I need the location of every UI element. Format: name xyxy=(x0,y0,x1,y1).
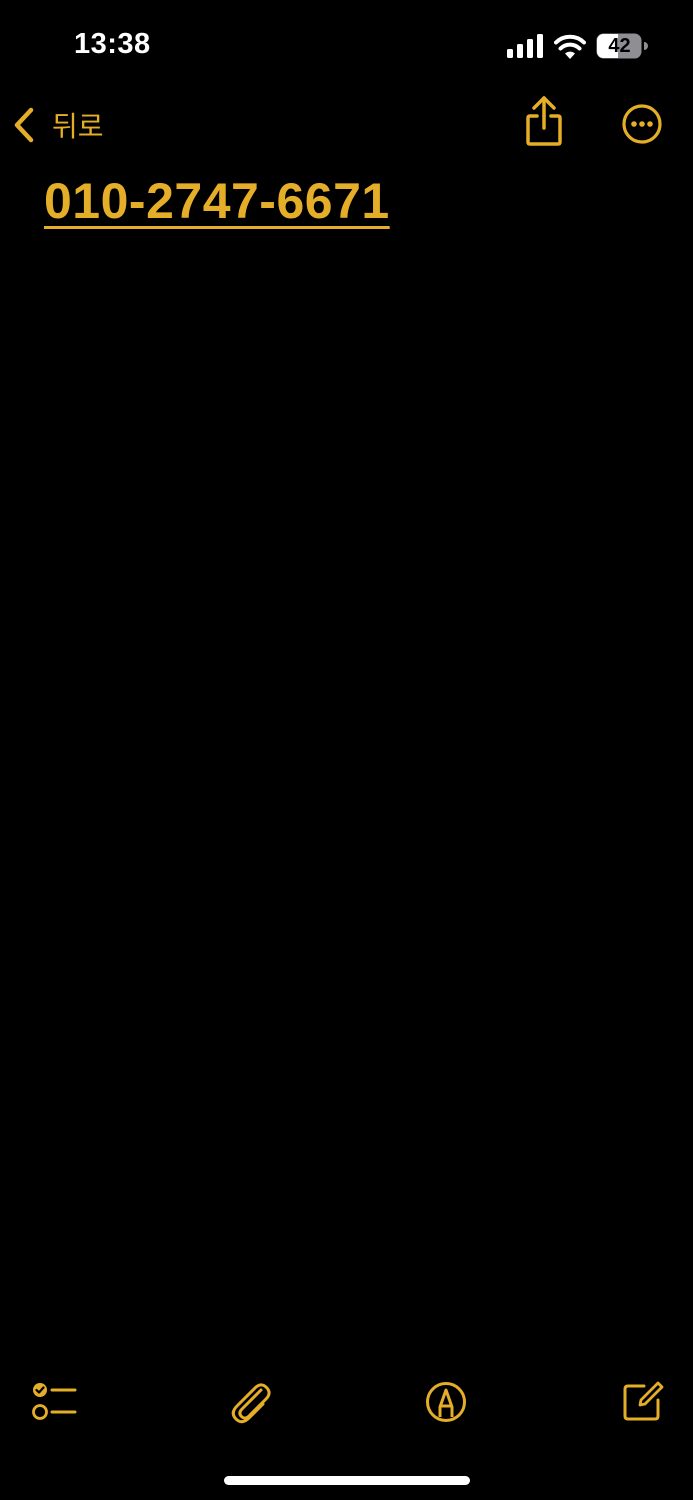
nav-bar: 뒤로 xyxy=(0,90,693,160)
status-bar: 13:38 42 xyxy=(0,0,693,90)
wifi-icon xyxy=(554,34,586,59)
more-icon xyxy=(622,104,662,144)
attach-button[interactable] xyxy=(225,1376,277,1428)
signal-icon xyxy=(507,34,543,58)
paperclip-icon xyxy=(231,1383,271,1424)
markup-button[interactable] xyxy=(420,1376,472,1428)
chevron-left-icon xyxy=(14,107,34,143)
status-time: 13:38 xyxy=(74,28,151,60)
compose-icon xyxy=(623,1381,664,1421)
checklist-icon xyxy=(32,1383,77,1420)
battery-level: 42 xyxy=(608,35,631,57)
compose-button[interactable] xyxy=(616,1376,668,1428)
markup-pen-icon xyxy=(426,1382,466,1422)
phone-number-link[interactable]: 010-2747-6671 xyxy=(44,173,390,229)
back-label: 뒤로 xyxy=(52,110,104,143)
checklist-button[interactable] xyxy=(28,1376,80,1428)
share-button[interactable] xyxy=(518,94,570,150)
home-indicator[interactable] xyxy=(224,1476,470,1485)
share-icon xyxy=(526,96,562,146)
more-button[interactable] xyxy=(616,98,668,150)
back-button[interactable]: 뒤로 xyxy=(12,100,104,150)
note-body[interactable]: 010-2747-6671 xyxy=(44,172,664,230)
bottom-toolbar xyxy=(0,1370,693,1434)
